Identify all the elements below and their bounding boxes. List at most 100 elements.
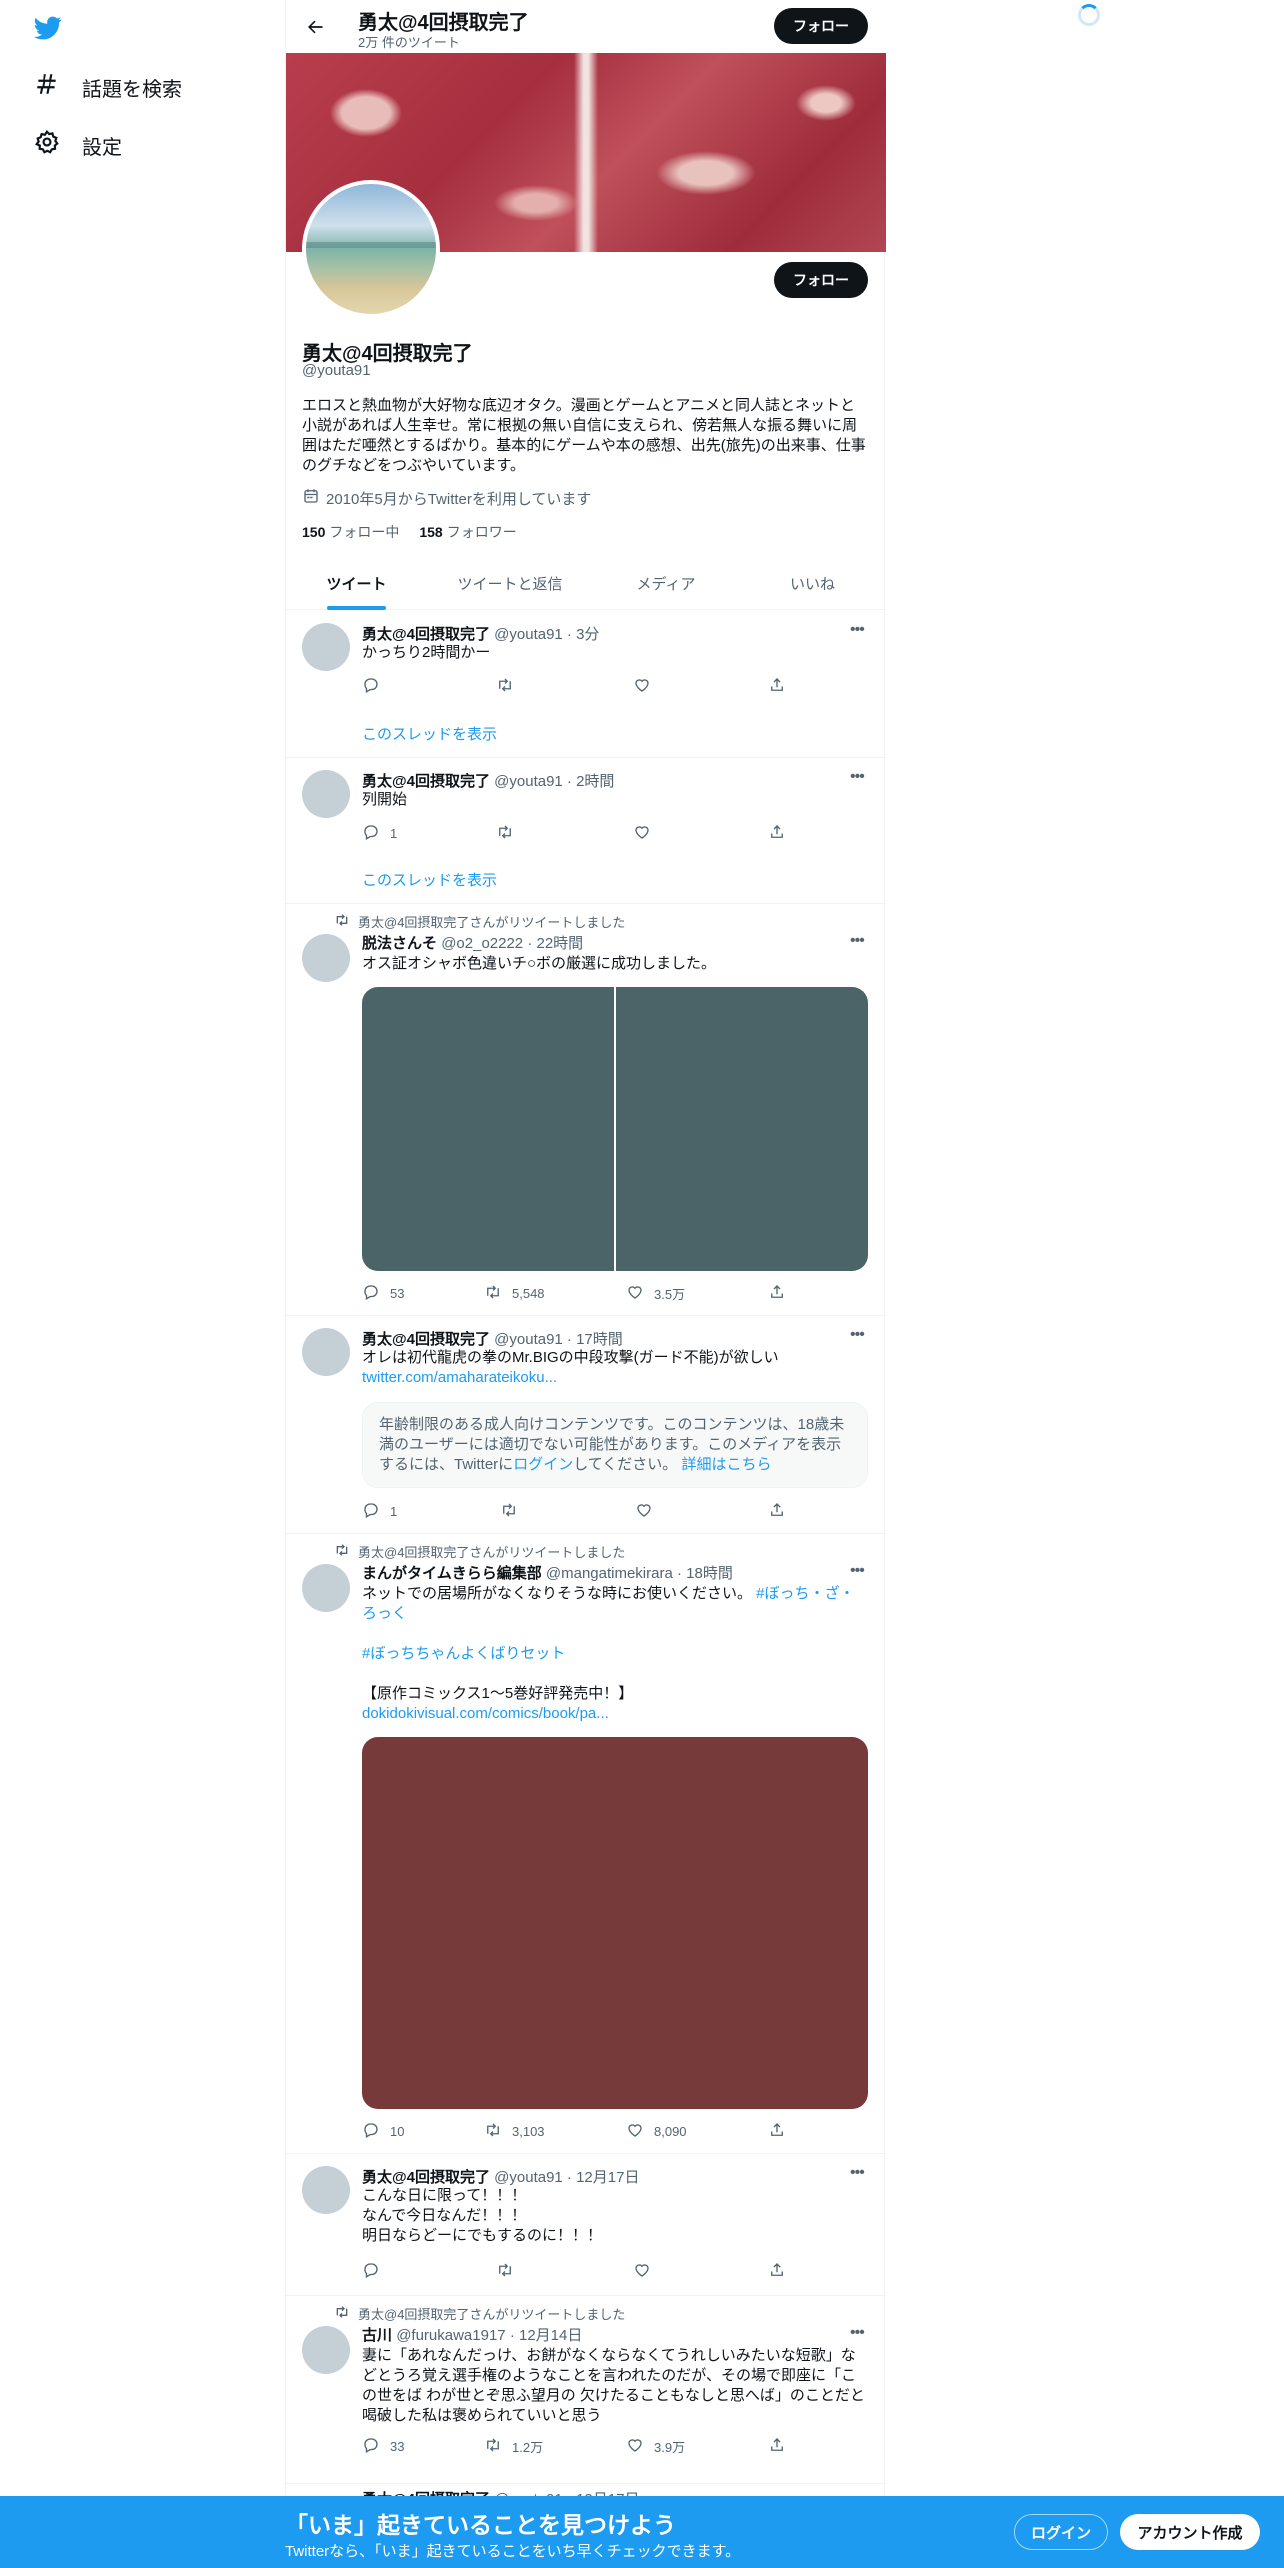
retweet-button[interactable]: 1.2万 (484, 2436, 543, 2457)
signup-button[interactable]: アカウント作成 (1120, 2514, 1260, 2550)
heart-icon (626, 2436, 644, 2457)
share-button[interactable] (768, 823, 786, 844)
tweet-text: かっちり2時間かー (362, 644, 491, 661)
media-image-right[interactable] (616, 987, 868, 1271)
share-button[interactable] (768, 2121, 786, 2142)
tweet-text: ネットでの居場所がなくなりそうな時にお使いください。 #ぼっち・ざ・ろっく (362, 1585, 855, 1622)
like-button[interactable] (635, 1501, 663, 1522)
share-button[interactable] (768, 1283, 786, 1304)
tweet-media[interactable] (362, 987, 868, 1271)
more-icon[interactable]: ••• (850, 2324, 870, 2344)
share-button[interactable] (768, 1501, 786, 1522)
learn-more-link[interactable]: 詳細はこちら (681, 1456, 771, 1473)
tweet[interactable]: 勇太@4回摂取完了さんがリツイートしました 古川 @furukawa1917 ·… (286, 2296, 886, 2484)
header-follow-button[interactable]: フォロー (774, 8, 868, 44)
more-icon[interactable]: ••• (850, 932, 870, 952)
like-button[interactable]: 3.5万 (626, 1283, 685, 1304)
more-icon[interactable]: ••• (850, 768, 870, 788)
like-button[interactable]: 8,090 (626, 2121, 687, 2142)
tweet-actions: 53 5,548 3.5万 (362, 1283, 802, 1303)
profile-column: 勇太@4回摂取完了 2万 件のツイート フォロー フォロー 勇太@4回摂取完了 … (285, 0, 886, 2568)
tweet-avatar[interactable] (302, 770, 350, 818)
reply-button[interactable]: 1 (362, 823, 397, 844)
more-icon[interactable]: ••• (850, 2164, 870, 2184)
tab-tweets-replies[interactable]: ツイートと返信 (427, 557, 593, 610)
tab-likes[interactable]: いいね (739, 557, 886, 610)
tweet-avatar[interactable] (302, 2166, 350, 2214)
tweet-avatar[interactable] (302, 1564, 350, 1612)
reply-button[interactable]: 1 (362, 1501, 397, 1522)
retweet-button[interactable] (496, 823, 524, 844)
tab-tweets[interactable]: ツイート (286, 557, 427, 610)
heart-icon (635, 1501, 653, 1522)
show-thread-link[interactable]: このスレッドを表示 (362, 869, 497, 890)
retweet-button[interactable] (496, 676, 524, 697)
like-button[interactable] (633, 676, 661, 697)
sidebar-item-explore[interactable]: 話題を検索 (34, 71, 182, 103)
reply-button[interactable] (362, 2261, 390, 2282)
retweet-button[interactable]: 5,548 (484, 1283, 545, 1304)
reply-button[interactable]: 53 (362, 1283, 404, 1304)
tweet-text: 妻に「あれなんだっけ、お餅がなくならなくてうれしいみたいな短歌」などとうろ覚え選… (362, 2347, 865, 2424)
tweet-link[interactable]: dokidokivisual.com/comics/book/pa... (362, 1704, 870, 1724)
more-icon[interactable]: ••• (850, 1326, 870, 1346)
tweet-text: オレは初代龍虎の拳のMr.BIGの中段攻撃(ガード不能)が欲しい (362, 1349, 779, 1366)
twitter-logo-icon[interactable] (32, 14, 64, 42)
more-icon[interactable]: ••• (850, 1562, 870, 1582)
share-button[interactable] (768, 676, 786, 697)
tweet[interactable]: 勇太@4回摂取完了 @youta91 · 12月17日 ••• こんな日に限って… (286, 2154, 886, 2296)
tweet-avatar[interactable] (302, 623, 350, 671)
retweet-button[interactable] (500, 1501, 528, 1522)
tweet-avatar[interactable] (302, 934, 350, 982)
share-button[interactable] (768, 2436, 786, 2457)
reply-button[interactable]: 10 (362, 2121, 404, 2142)
profile-follow-button[interactable]: フォロー (774, 262, 868, 298)
show-thread-link[interactable]: このスレッドを表示 (362, 723, 497, 744)
tweet[interactable]: 勇太@4回摂取完了 @youta91 · 2時間 ••• 列開始 1 このスレッ… (286, 758, 886, 904)
retweet-icon (484, 2436, 502, 2457)
reply-icon (362, 1501, 380, 1522)
more-icon[interactable]: ••• (850, 621, 870, 641)
share-button[interactable] (768, 2261, 786, 2282)
profile-avatar[interactable] (302, 180, 440, 318)
back-arrow-icon[interactable] (300, 12, 330, 42)
following-link[interactable]: 150 フォロー中 (302, 522, 399, 542)
reply-button[interactable]: 33 (362, 2436, 404, 2457)
sensitive-content-notice: 年齢制限のある成人向けコンテンツです。このコンテンツは、18歳未満のユーザーには… (362, 1402, 868, 1488)
heart-icon (626, 2121, 644, 2142)
media-image-left[interactable] (362, 987, 614, 1271)
tweet-media[interactable] (362, 1737, 868, 2109)
tweet-avatar[interactable] (302, 2326, 350, 2374)
retweet-label: 勇太@4回摂取完了さんがリツイートしました (334, 1542, 625, 1561)
tweet[interactable]: 勇太@4回摂取完了さんがリツイートしました 脱法さんそ @o2_o2222 · … (286, 904, 886, 1316)
share-icon (768, 1501, 786, 1522)
like-button[interactable] (633, 2261, 661, 2282)
hashtag-link[interactable]: #ぼっちちゃんよくばりセット (362, 1644, 870, 1664)
bottom-bar-title: 「いま」起きていることを見つけよう (285, 2512, 676, 2538)
tab-media[interactable]: メディア (593, 557, 739, 610)
tweet-link[interactable]: twitter.com/amaharateikoku... (362, 1368, 870, 1388)
heart-icon (633, 823, 651, 844)
share-icon (768, 2261, 786, 2282)
sidebar-item-settings[interactable]: 設定 (34, 129, 122, 161)
reply-button[interactable] (362, 676, 390, 697)
bottom-bar-subtitle: Twitterなら、「いま」起きていることをいち早くチェックできます。 (285, 2543, 741, 2560)
tweet-header: 脱法さんそ @o2_o2222 · 22時間 (362, 935, 584, 952)
tweet-actions: 10 3,103 8,090 (362, 2121, 802, 2141)
tweet[interactable]: 勇太@4回摂取完了 @youta91 · 17時間 ••• オレは初代龍虎の拳の… (286, 1316, 886, 1534)
like-button[interactable]: 3.9万 (626, 2436, 685, 2457)
tweet[interactable]: 勇太@4回摂取完了 @youta91 · 3分 ••• かっちり2時間かー この… (286, 611, 886, 758)
login-link[interactable]: ログイン (513, 1456, 573, 1473)
retweet-icon (496, 823, 514, 844)
followers-link[interactable]: 158 フォロワー (419, 522, 516, 542)
share-icon (768, 2436, 786, 2457)
tweet[interactable]: 勇太@4回摂取完了さんがリツイートしました まんがタイムきらら編集部 @mang… (286, 1534, 886, 2154)
signup-bottom-bar: 「いま」起きていることを見つけよう Twitterなら、「いま」起きていることを… (0, 2496, 1284, 2568)
retweet-icon (334, 1542, 350, 1561)
like-button[interactable] (633, 823, 661, 844)
retweet-icon (500, 1501, 518, 1522)
retweet-button[interactable]: 3,103 (484, 2121, 545, 2142)
login-button[interactable]: ログイン (1014, 2514, 1108, 2550)
tweet-avatar[interactable] (302, 1328, 350, 1376)
retweet-button[interactable] (496, 2261, 524, 2282)
